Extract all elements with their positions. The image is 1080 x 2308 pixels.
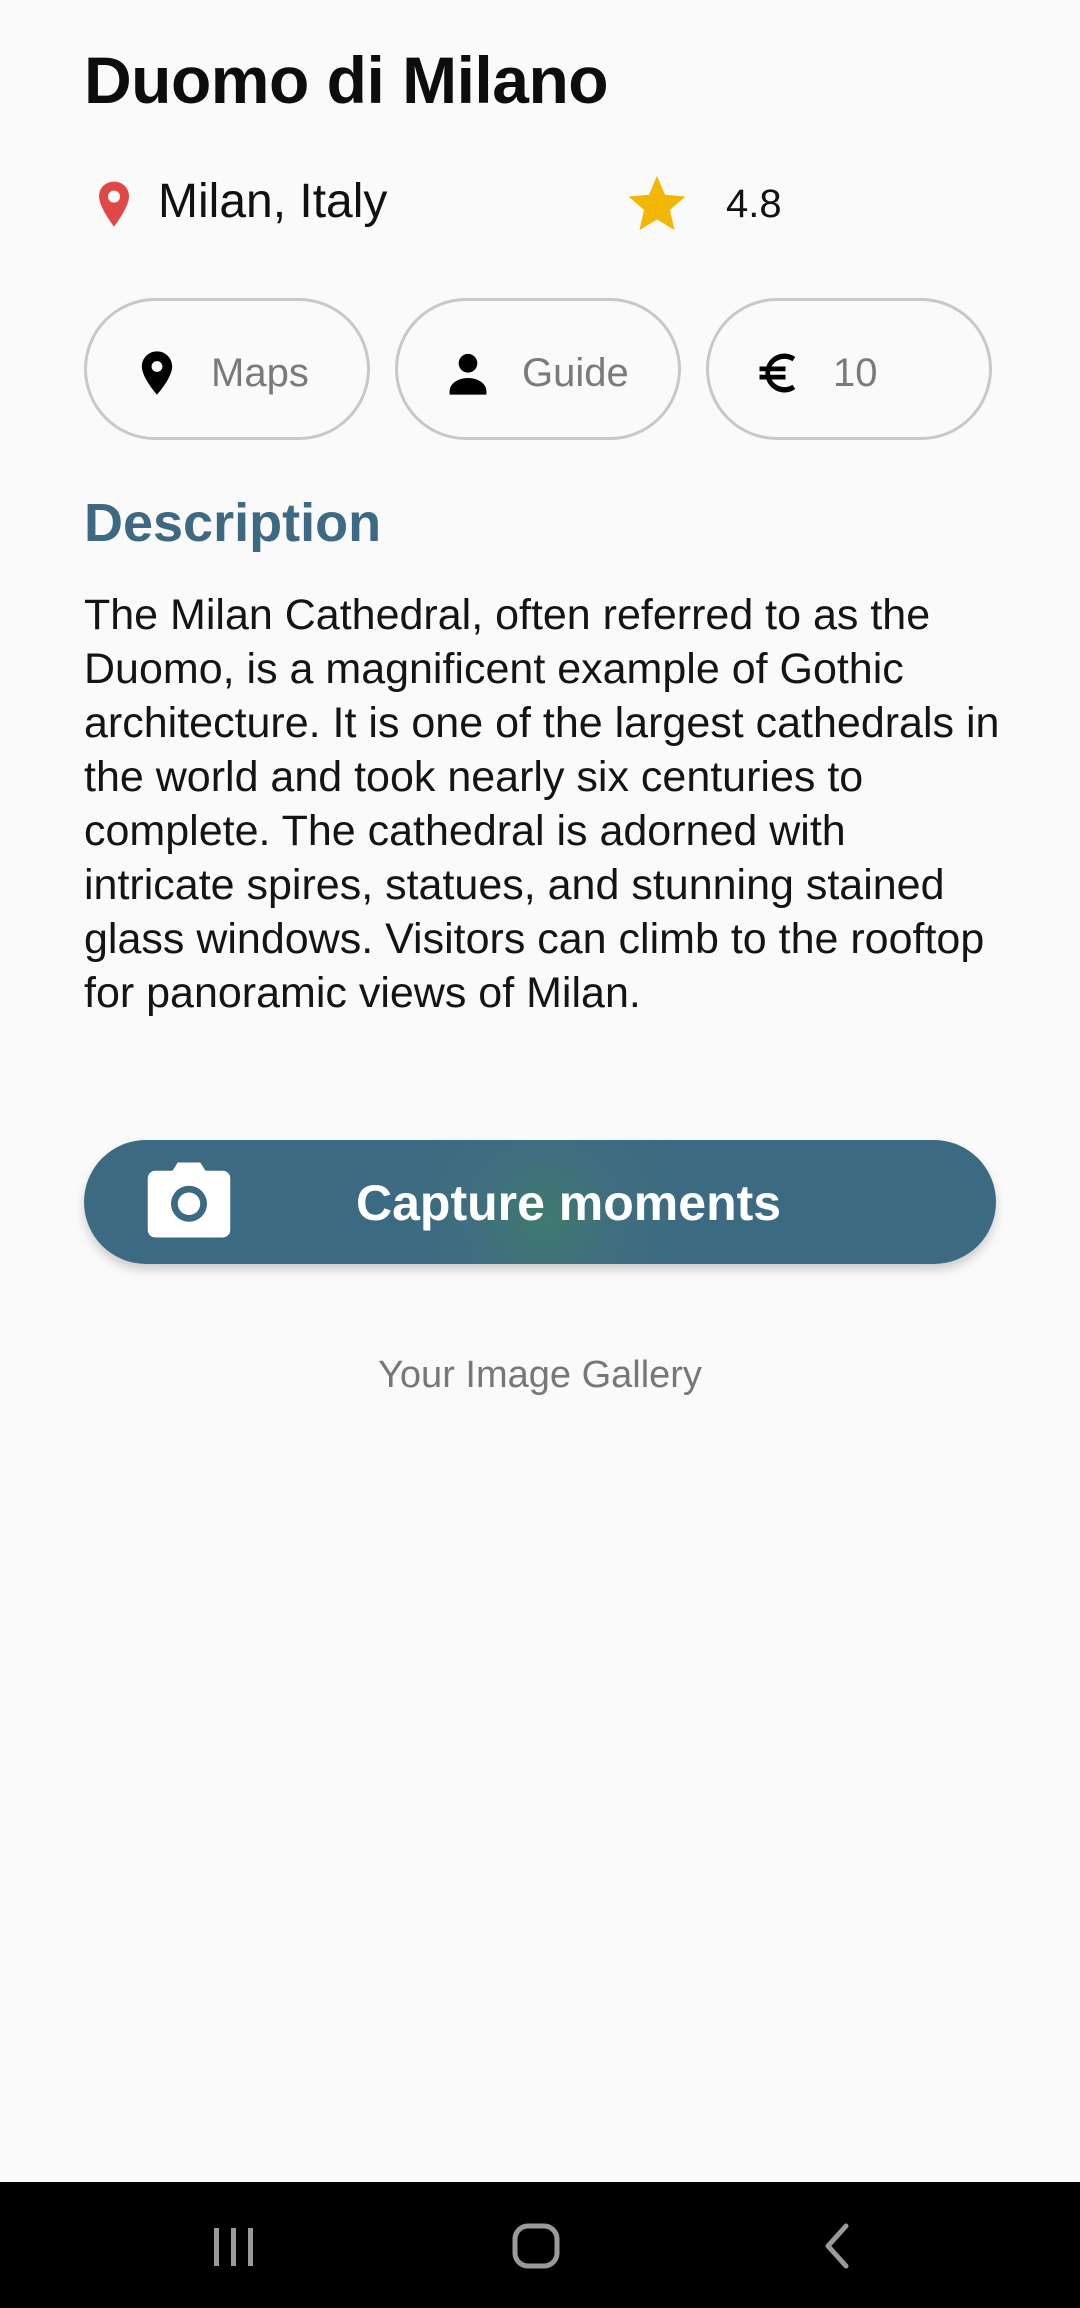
capture-moments-label: Capture moments bbox=[356, 1175, 782, 1231]
location-pin-icon bbox=[99, 181, 129, 227]
guide-chip-label: Guide bbox=[522, 351, 629, 395]
person-icon bbox=[449, 353, 487, 395]
description-heading: Description bbox=[84, 493, 382, 553]
description-text: The Milan Cathedral, often referred to a… bbox=[84, 591, 1000, 1017]
capture-moments-button[interactable]: Capture moments bbox=[84, 1140, 996, 1264]
rating-value: 4.8 bbox=[726, 182, 782, 226]
location-rating-row: Milan, Italy 4.8 bbox=[84, 172, 996, 234]
attraction-detail-screen: Duomo di Milano Milan, Italy 4.8 Maps Gu… bbox=[0, 0, 1080, 2308]
page-title: Duomo di Milano bbox=[84, 43, 609, 117]
camera-icon bbox=[147, 1162, 231, 1238]
location-text: Milan, Italy bbox=[158, 175, 388, 228]
image-gallery-label: Your Image Gallery bbox=[378, 1354, 702, 1396]
guide-chip[interactable]: Guide bbox=[395, 298, 681, 440]
maps-chip-label: Maps bbox=[211, 351, 309, 395]
euro-icon bbox=[759, 353, 796, 393]
maps-chip[interactable]: Maps bbox=[84, 298, 370, 440]
star-icon bbox=[628, 175, 686, 231]
price-chip-label: 10 bbox=[833, 351, 878, 395]
system-navigation-bar bbox=[0, 2182, 1080, 2308]
back-icon[interactable] bbox=[778, 2206, 898, 2286]
home-icon[interactable] bbox=[476, 2206, 596, 2286]
map-pin-icon bbox=[141, 351, 173, 395]
recent-apps-icon[interactable] bbox=[174, 2206, 294, 2286]
price-chip[interactable]: 10 bbox=[706, 298, 992, 440]
